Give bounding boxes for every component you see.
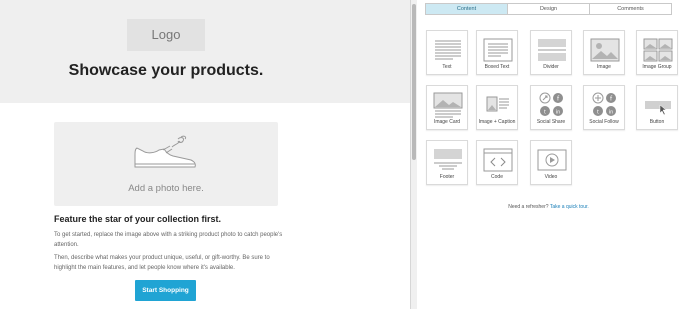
email-canvas[interactable]: Logo Showcase your products. Add a photo… bbox=[0, 0, 410, 309]
tab-comments[interactable]: Comments bbox=[590, 4, 671, 14]
video-icon bbox=[537, 149, 567, 171]
block-label: Social Follow bbox=[589, 119, 619, 125]
code-icon bbox=[483, 148, 513, 172]
block-footer[interactable]: Footer bbox=[426, 140, 468, 185]
block-image-group[interactable]: Image Group bbox=[636, 30, 678, 75]
hero-section[interactable]: Logo Showcase your products. bbox=[0, 0, 410, 103]
logo-placeholder[interactable]: Logo bbox=[127, 19, 205, 51]
image-caption-icon bbox=[486, 96, 509, 112]
block-label: Text bbox=[442, 64, 452, 70]
footer-icon bbox=[434, 149, 462, 170]
boxed-text-icon bbox=[483, 38, 513, 62]
help-text: Need a refresher? Take a quick tour. bbox=[425, 204, 672, 210]
block-label: Image + Caption bbox=[478, 119, 516, 125]
text-icon bbox=[435, 40, 461, 60]
block-divider[interactable]: Divider bbox=[530, 30, 572, 75]
svg-text:t: t bbox=[544, 110, 546, 116]
block-code[interactable]: Code bbox=[476, 140, 518, 185]
image-icon bbox=[590, 38, 620, 62]
svg-text:in: in bbox=[556, 110, 561, 116]
block-boxed-text[interactable]: Boxed Text bbox=[476, 30, 518, 75]
block-label: Image bbox=[597, 64, 611, 70]
shoe-icon bbox=[134, 135, 196, 168]
content-panel: Content Design Comments Text Boxed Text bbox=[417, 0, 680, 309]
feature-title[interactable]: Feature the star of your collection firs… bbox=[54, 214, 221, 224]
block-label: Divider bbox=[543, 64, 559, 70]
block-label: Boxed Text bbox=[484, 64, 510, 70]
block-image[interactable]: Image bbox=[583, 30, 625, 75]
headline[interactable]: Showcase your products. bbox=[0, 62, 332, 80]
social-follow-icon: f t in bbox=[592, 92, 616, 116]
block-label: Footer bbox=[439, 174, 455, 180]
scrollbar-thumb[interactable] bbox=[412, 4, 416, 160]
block-label: Image Card bbox=[433, 119, 461, 125]
block-social-share[interactable]: f t in Social Share bbox=[530, 85, 572, 130]
block-text[interactable]: Text bbox=[426, 30, 468, 75]
block-image-card[interactable]: Image Card bbox=[426, 85, 468, 130]
block-image-caption[interactable]: Image + Caption bbox=[476, 85, 518, 130]
block-button[interactable]: Button bbox=[636, 85, 678, 130]
svg-text:t: t bbox=[597, 110, 599, 116]
photo-label: Add a photo here. bbox=[128, 183, 204, 194]
block-video[interactable]: Video bbox=[530, 140, 572, 185]
block-label: Code bbox=[491, 174, 503, 180]
image-card-icon bbox=[433, 92, 463, 118]
image-group-icon bbox=[643, 38, 673, 62]
help-prefix: Need a refresher? bbox=[508, 204, 549, 210]
social-share-icon: f t in bbox=[539, 92, 563, 116]
photo-placeholder[interactable]: Add a photo here. bbox=[54, 122, 278, 206]
tab-content[interactable]: Content bbox=[426, 4, 508, 14]
divider-icon bbox=[538, 39, 566, 61]
panel-tabs: Content Design Comments bbox=[425, 3, 672, 15]
start-shopping-button[interactable]: Start Shopping bbox=[135, 280, 196, 301]
body-paragraph-2[interactable]: Then, describe what makes your product u… bbox=[54, 254, 284, 273]
quick-tour-link[interactable]: Take a quick tour. bbox=[550, 204, 589, 210]
block-label: Image Group bbox=[642, 64, 672, 70]
block-label: Social Share bbox=[536, 119, 566, 125]
block-label: Button bbox=[649, 119, 665, 125]
block-social-follow[interactable]: f t in Social Follow bbox=[583, 85, 625, 130]
tab-design[interactable]: Design bbox=[508, 4, 590, 14]
button-icon bbox=[645, 101, 671, 116]
block-label: Video bbox=[544, 174, 558, 180]
svg-text:in: in bbox=[609, 110, 614, 116]
body-paragraph-1[interactable]: To get started, replace the image above … bbox=[54, 231, 284, 250]
